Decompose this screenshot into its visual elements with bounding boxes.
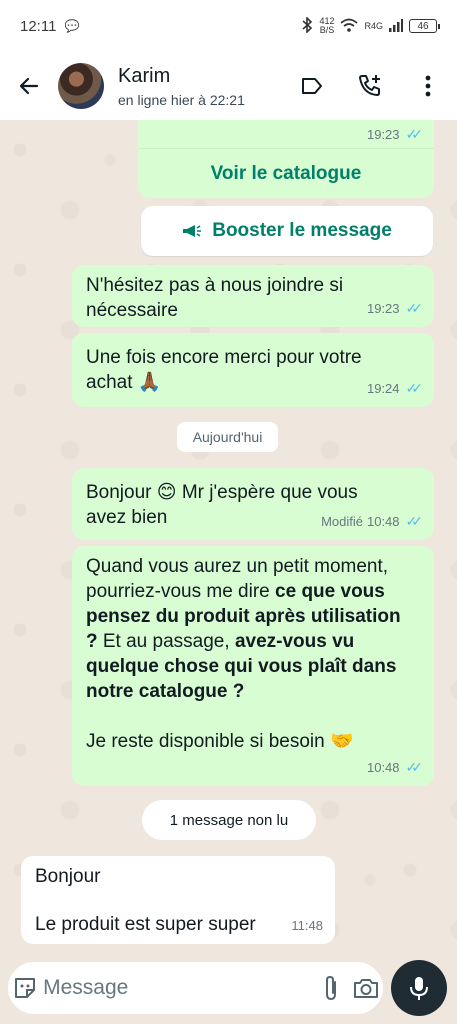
chat-header: Karim en ligne hier à 22:21	[0, 52, 457, 120]
message-text: Quand vous aurez un petit moment, pourri…	[86, 554, 406, 704]
message-meta: 19:23 ✓✓	[366, 296, 424, 321]
read-ticks-icon: ✓✓	[405, 380, 424, 396]
message-text-part: Et au passage,	[97, 631, 235, 652]
message-bubble[interactable]: Bonjour 😊 Mr j'espère que vous avez bien…	[72, 468, 434, 540]
back-button[interactable]	[0, 52, 58, 120]
camera-icon	[353, 979, 378, 998]
message-bubble[interactable]: Une fois encore merci pour votre achat 🙏…	[72, 333, 434, 407]
unread-divider: 1 message non lu	[142, 800, 316, 840]
carrier-label: R4G	[364, 21, 383, 31]
camera-button[interactable]	[349, 962, 383, 1014]
battery-level: 46	[417, 20, 429, 32]
message-text-part: Je reste disponible si besoin 🤝	[86, 731, 354, 752]
read-ticks-icon: ✓✓	[405, 300, 424, 316]
label-button[interactable]	[283, 52, 341, 120]
status-icons: 412 B/S R4G 46	[301, 15, 440, 36]
sticker-button[interactable]	[8, 975, 41, 1001]
message-meta: 10:48 ✓✓	[366, 755, 424, 780]
wifi-icon	[340, 18, 359, 35]
message-time: 19:23	[366, 301, 400, 316]
megaphone-icon	[183, 225, 202, 237]
read-ticks-icon: ✓✓	[405, 126, 424, 142]
read-ticks-icon: ✓✓	[405, 513, 424, 529]
input-bar	[0, 950, 457, 1024]
message-time: 19:24	[366, 381, 400, 396]
more-options-button[interactable]	[399, 52, 457, 120]
signal-icon	[389, 18, 403, 35]
message-text: N'hésitez pas à nous joindre si nécessai…	[86, 275, 344, 321]
message-time: 19:23	[366, 127, 400, 142]
message-input[interactable]	[41, 976, 315, 1000]
read-ticks-icon: ✓✓	[405, 759, 424, 775]
message-meta: 11:48	[291, 913, 323, 938]
message-text: Le produit est super super	[35, 914, 256, 935]
message-input-box	[8, 962, 383, 1014]
net-speed-unit: B/S	[319, 25, 335, 35]
add-call-button[interactable]	[341, 52, 399, 120]
status-time: 12:11	[20, 17, 57, 35]
date-divider: Aujourd'hui	[177, 422, 278, 452]
network-speed: 412 B/S	[319, 17, 334, 35]
chat-notification-icon: 💬	[64, 19, 80, 33]
status-bar: 12:11 💬 412 B/S R4G 46	[0, 0, 457, 52]
boost-label: Booster le message	[212, 220, 392, 241]
label-icon	[302, 78, 322, 94]
message-text: Bonjour	[35, 866, 101, 887]
message-meta: 19:24 ✓✓	[366, 376, 424, 401]
sticker-icon	[14, 978, 35, 998]
header-actions	[283, 52, 457, 120]
attach-button[interactable]	[314, 962, 348, 1014]
message-meta: Modifié 10:48 ✓✓	[321, 509, 424, 534]
message-bubble[interactable]: Quand vous aurez un petit moment, pourri…	[72, 546, 434, 786]
message-meta: 19:23 ✓✓	[366, 122, 424, 147]
microphone-icon	[410, 977, 428, 1000]
bluetooth-icon	[301, 15, 313, 36]
incoming-message-bubble[interactable]: Bonjour Le produit est super super 11:48	[21, 856, 335, 944]
contact-name: Karim	[118, 64, 171, 87]
more-vert-icon	[425, 75, 431, 97]
boost-message-button[interactable]: Booster le message	[141, 206, 433, 256]
message-bubble[interactable]: N'hésitez pas à nous joindre si nécessai…	[72, 265, 434, 327]
edited-label: Modifié	[321, 514, 363, 529]
contact-status: en ligne hier à 22:21	[118, 91, 245, 108]
chat-area[interactable]: 19:23 ✓✓ Voir le catalogue Booster le me…	[0, 120, 457, 950]
message-time: 11:48	[291, 918, 323, 933]
back-arrow-icon	[19, 77, 39, 95]
paperclip-icon	[326, 975, 337, 1001]
message-text: Une fois encore merci pour votre achat 🙏…	[86, 347, 362, 393]
contact-info[interactable]: Karim en ligne hier à 22:21	[118, 65, 245, 108]
message-time: 10:48	[366, 514, 400, 529]
view-catalog-button[interactable]: Voir le catalogue	[138, 148, 434, 198]
add-call-icon	[359, 75, 380, 96]
voice-message-button[interactable]	[391, 960, 447, 1016]
catalog-message-bubble[interactable]: 19:23 ✓✓ Voir le catalogue	[138, 120, 434, 198]
message-time: 10:48	[366, 760, 400, 775]
battery-icon: 46	[409, 19, 440, 33]
contact-avatar[interactable]	[58, 63, 104, 109]
